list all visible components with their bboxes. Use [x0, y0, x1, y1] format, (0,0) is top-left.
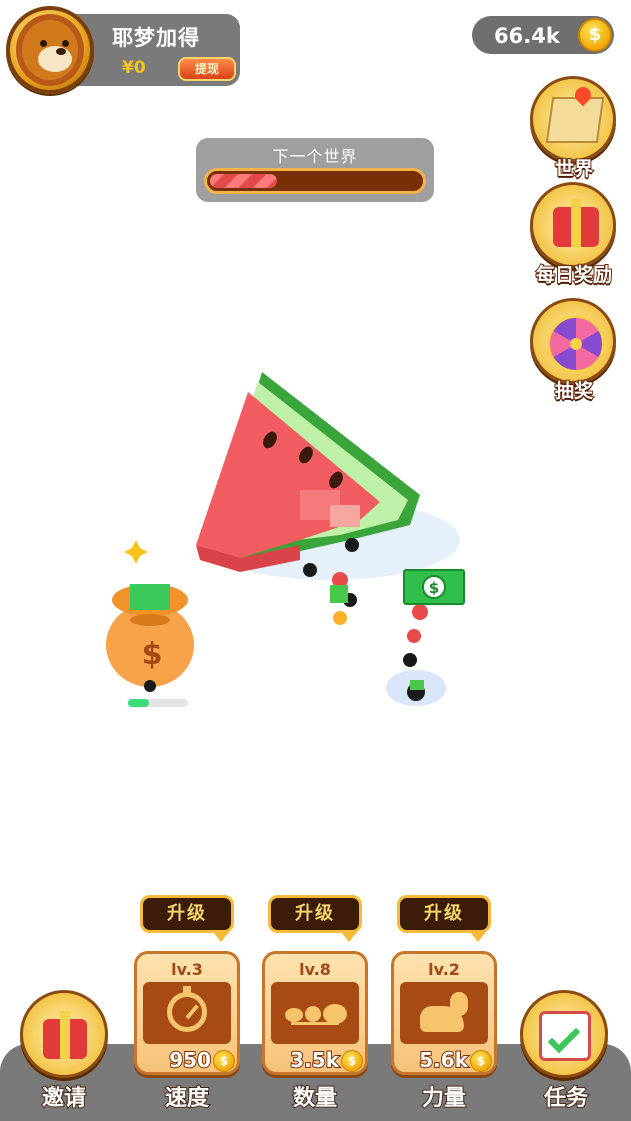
coin-icon: $: [341, 1050, 363, 1072]
strength-cost: 5.6k: [418, 1047, 469, 1073]
ant-icon: [271, 982, 359, 1044]
coin-value: 66.4k: [494, 24, 560, 48]
strength-level: lv.2: [428, 960, 460, 979]
username: 耶梦加得: [112, 26, 200, 50]
game-screen: $ $ 耶梦加得 ¥0 提现 66.4k $ 下一个世界 世界 每日奖励 抽奖 …: [0, 0, 631, 1121]
speed-label: 速度: [164, 1085, 210, 1112]
withdraw-button[interactable]: 提现: [178, 57, 236, 81]
next-world-progress-bar: [204, 168, 426, 194]
coin-icon: $: [578, 18, 612, 52]
quantity-level: lv.8: [299, 960, 331, 979]
strength-label: 力量: [421, 1085, 467, 1112]
world-label: 世界: [554, 157, 594, 181]
world-button[interactable]: [530, 76, 616, 162]
cash-symbol: $: [429, 579, 439, 597]
coin-icon: $: [213, 1050, 235, 1072]
speed-cost: 950: [168, 1047, 212, 1073]
quantity-cost: 3.5k: [289, 1047, 340, 1073]
stopwatch-icon: [143, 982, 231, 1044]
quantity-upgrade-card[interactable]: lv.8 3.5k $: [262, 951, 368, 1075]
coin-icon: $: [470, 1050, 492, 1072]
next-world-progress-fill: [210, 174, 278, 188]
cash-bill: $: [403, 569, 465, 605]
daily-reward-label: 每日奖励: [535, 263, 613, 287]
lottery-button[interactable]: [530, 298, 616, 384]
quantity-label: 数量: [292, 1085, 338, 1112]
task-label: 任务: [543, 1085, 589, 1112]
strength-upgrade-tip[interactable]: 升级: [397, 895, 491, 942]
task-button[interactable]: [520, 990, 608, 1078]
speed-upgrade-card[interactable]: lv.3 950 $: [134, 951, 240, 1075]
lion-avatar-icon[interactable]: [6, 6, 94, 94]
speed-upgrade-tip[interactable]: 升级: [140, 895, 234, 942]
speed-level: lv.3: [171, 960, 203, 979]
lottery-label: 抽奖: [554, 379, 594, 403]
next-world-title: 下一个世界: [272, 147, 358, 166]
strength-upgrade-card[interactable]: lv.2 5.6k $: [391, 951, 497, 1075]
money-bag: $: [106, 540, 194, 692]
daily-reward-button[interactable]: [530, 182, 616, 268]
muscle-arm-icon: [400, 982, 488, 1044]
invite-button[interactable]: [20, 990, 108, 1078]
map-icon: [545, 97, 605, 143]
invite-label: 邀请: [41, 1085, 87, 1112]
quantity-upgrade-tip[interactable]: 升级: [268, 895, 362, 942]
money-bag-symbol: $: [142, 637, 163, 672]
money-bag-progress: [128, 699, 188, 707]
money-bag-progress-fill: [128, 699, 149, 707]
cash-balance: ¥0: [122, 58, 146, 78]
